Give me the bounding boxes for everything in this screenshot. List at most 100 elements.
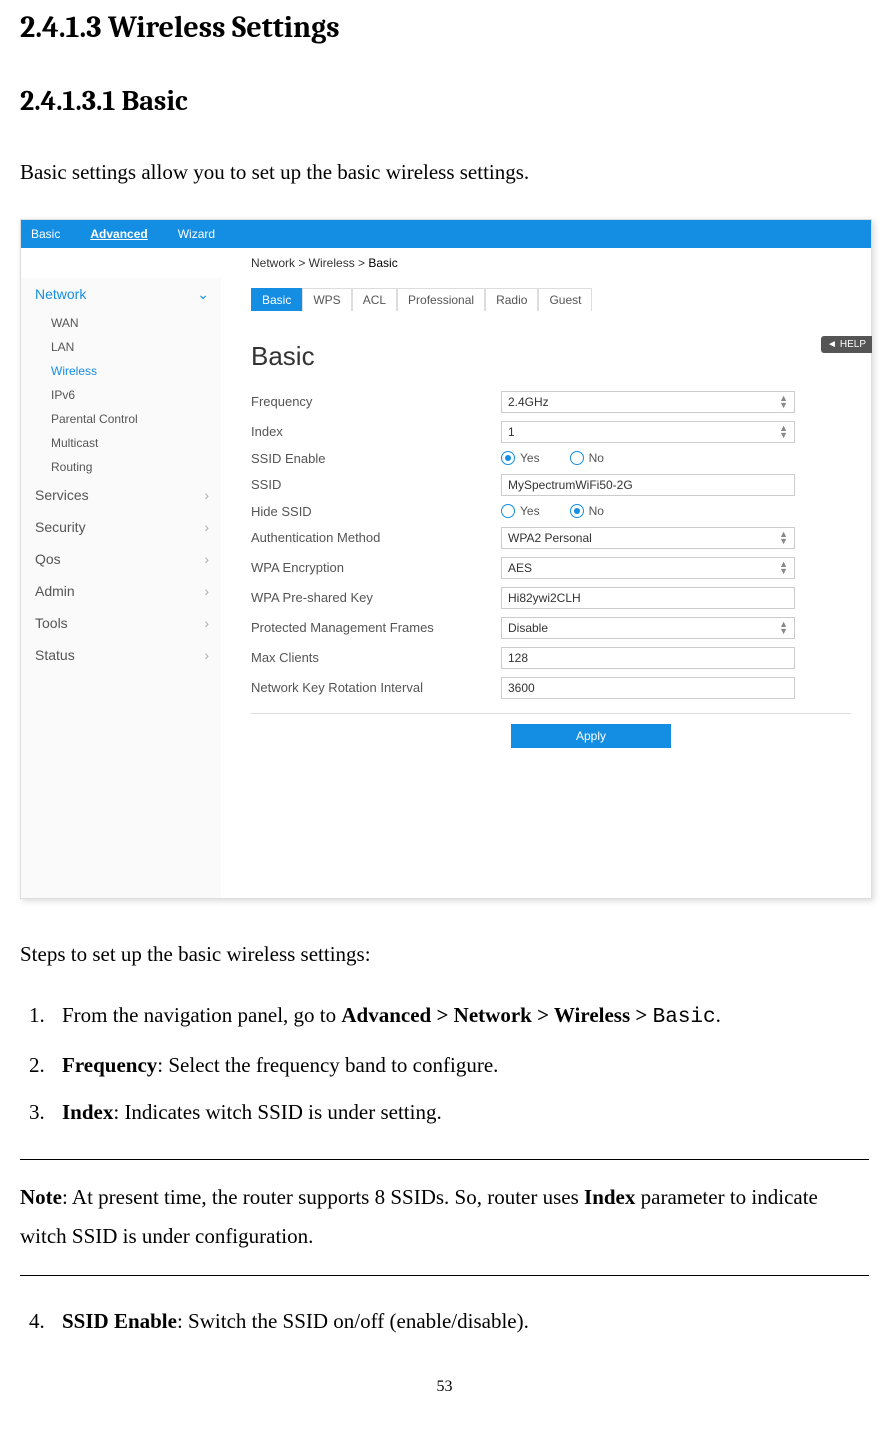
- input-psk-value: Hi82ywi2CLH: [508, 591, 581, 605]
- step-3-text: : Indicates witch SSID is under setting.: [113, 1100, 441, 1124]
- sidebar-sub-wireless[interactable]: Wireless: [31, 359, 221, 383]
- select-frequency-value: 2.4GHz: [508, 395, 549, 409]
- select-pmf-value: Disable: [508, 621, 548, 635]
- form-divider: [251, 713, 851, 714]
- router-admin-screenshot: Basic Advanced Wizard Network > Wireless…: [20, 219, 872, 899]
- sidebar-item-admin[interactable]: Admin ›: [31, 575, 221, 607]
- radio-ssid-enable-yes[interactable]: Yes: [501, 451, 540, 465]
- tab-acl[interactable]: ACL: [352, 288, 397, 311]
- radio-label-no: No: [589, 451, 604, 465]
- tab-radio[interactable]: Radio: [485, 288, 538, 311]
- content-panel: Basic WPS ACL Professional Radio Guest B…: [221, 278, 871, 898]
- select-index[interactable]: 1 ▲▼: [501, 421, 795, 443]
- steps-intro: Steps to set up the basic wireless setti…: [20, 939, 869, 971]
- select-arrows-icon: ▲▼: [779, 531, 788, 545]
- select-pmf[interactable]: Disable ▲▼: [501, 617, 795, 639]
- select-frequency[interactable]: 2.4GHz ▲▼: [501, 391, 795, 413]
- sidebar-item-status[interactable]: Status ›: [31, 639, 221, 671]
- sidebar-sub-parental[interactable]: Parental Control: [31, 407, 221, 431]
- sidebar-sub-ipv6[interactable]: IPv6: [31, 383, 221, 407]
- step-4: SSID Enable: Switch the SSID on/off (ena…: [50, 1306, 869, 1338]
- label-wpa-encryption: WPA Encryption: [251, 560, 501, 575]
- sidebar-sub-multicast[interactable]: Multicast: [31, 431, 221, 455]
- sidebar: Network ⌄ WAN LAN Wireless IPv6 Parental…: [21, 278, 221, 898]
- content-tabs: Basic WPS ACL Professional Radio Guest: [251, 288, 851, 311]
- step-2-bold: Frequency: [62, 1053, 157, 1077]
- chevron-right-icon: ›: [204, 647, 209, 663]
- step-2-text: : Select the frequency band to configure…: [157, 1053, 498, 1077]
- select-wpa-encryption[interactable]: AES ▲▼: [501, 557, 795, 579]
- step-1-text-a: From the navigation panel, go to: [62, 1003, 341, 1027]
- sidebar-sub-routing[interactable]: Routing: [31, 455, 221, 479]
- chevron-down-icon: ⌄: [197, 286, 209, 303]
- sidebar-item-security[interactable]: Security ›: [31, 511, 221, 543]
- radio-dot-icon: [570, 451, 584, 465]
- sidebar-item-qos[interactable]: Qos ›: [31, 543, 221, 575]
- tab-guest[interactable]: Guest: [538, 288, 592, 311]
- steps-list-cont: SSID Enable: Switch the SSID on/off (ena…: [20, 1306, 869, 1338]
- radio-hide-ssid-no[interactable]: No: [570, 504, 604, 518]
- breadcrumb: Network > Wireless > Basic: [21, 248, 871, 278]
- tab-professional[interactable]: Professional: [397, 288, 485, 311]
- select-auth-method[interactable]: WPA2 Personal ▲▼: [501, 527, 795, 549]
- chevron-right-icon: ›: [204, 583, 209, 599]
- input-ssid[interactable]: MySpectrumWiFi50-2G: [501, 474, 795, 496]
- select-arrows-icon: ▲▼: [779, 561, 788, 575]
- select-arrows-icon: ▲▼: [779, 425, 788, 439]
- note-bold-index: Index: [584, 1185, 635, 1209]
- tab-wps[interactable]: WPS: [302, 288, 351, 311]
- sidebar-sub-wan[interactable]: WAN: [31, 311, 221, 335]
- sidebar-item-tools[interactable]: Tools ›: [31, 607, 221, 639]
- topnav-wizard[interactable]: Wizard: [178, 227, 215, 241]
- step-2: Frequency: Select the frequency band to …: [50, 1050, 869, 1082]
- label-index: Index: [251, 424, 501, 439]
- steps-list: From the navigation panel, go to Advance…: [20, 1000, 869, 1129]
- sidebar-label-network: Network: [35, 286, 86, 302]
- sidebar-sub-lan[interactable]: LAN: [31, 335, 221, 359]
- radio-hide-ssid-yes[interactable]: Yes: [501, 504, 540, 518]
- heading-wireless-settings: 2.4.1.3 Wireless Settings: [20, 10, 869, 45]
- radio-dot-icon: [501, 451, 515, 465]
- radio-dot-icon: [501, 504, 515, 518]
- select-index-value: 1: [508, 425, 515, 439]
- select-arrows-icon: ▲▼: [779, 621, 788, 635]
- input-max-value: 128: [508, 651, 528, 665]
- topnav-advanced[interactable]: Advanced: [90, 227, 147, 241]
- label-frequency: Frequency: [251, 394, 501, 409]
- radio-label-no: No: [589, 504, 604, 518]
- chevron-right-icon: ›: [204, 615, 209, 631]
- heading-basic: 2.4.1.3.1 Basic: [20, 85, 869, 117]
- note-text-a: : At present time, the router supports 8…: [62, 1185, 584, 1209]
- page-number: 53: [20, 1378, 869, 1396]
- radio-dot-icon: [570, 504, 584, 518]
- step-4-text: : Switch the SSID on/off (enable/disable…: [177, 1309, 529, 1333]
- step-1: From the navigation panel, go to Advance…: [50, 1000, 869, 1034]
- label-max-clients: Max Clients: [251, 650, 501, 665]
- input-rotation-interval[interactable]: 3600: [501, 677, 795, 699]
- input-max-clients[interactable]: 128: [501, 647, 795, 669]
- input-psk[interactable]: Hi82ywi2CLH: [501, 587, 795, 609]
- sidebar-label-tools: Tools: [35, 615, 68, 631]
- input-ssid-value: MySpectrumWiFi50-2G: [508, 478, 633, 492]
- select-wpa-enc-value: AES: [508, 561, 532, 575]
- label-ssid-enable: SSID Enable: [251, 451, 501, 466]
- sidebar-label-status: Status: [35, 647, 75, 663]
- step-4-bold: SSID Enable: [62, 1309, 177, 1333]
- radio-label-yes: Yes: [520, 451, 540, 465]
- step-1-bold: Advanced > Network > Wireless >: [341, 1003, 652, 1027]
- topnav-basic[interactable]: Basic: [31, 227, 60, 241]
- select-auth-value: WPA2 Personal: [508, 531, 592, 545]
- chevron-right-icon: ›: [204, 487, 209, 503]
- tab-basic[interactable]: Basic: [251, 288, 302, 311]
- label-auth-method: Authentication Method: [251, 530, 501, 545]
- panel-title: Basic: [251, 341, 851, 372]
- apply-button[interactable]: Apply: [511, 724, 671, 748]
- input-rot-value: 3600: [508, 681, 535, 695]
- sidebar-item-network[interactable]: Network ⌄: [31, 278, 221, 311]
- label-rotation-interval: Network Key Rotation Interval: [251, 680, 501, 695]
- sidebar-label-security: Security: [35, 519, 86, 535]
- radio-ssid-enable-no[interactable]: No: [570, 451, 604, 465]
- step-3-bold: Index: [62, 1100, 113, 1124]
- sidebar-label-qos: Qos: [35, 551, 61, 567]
- sidebar-item-services[interactable]: Services ›: [31, 479, 221, 511]
